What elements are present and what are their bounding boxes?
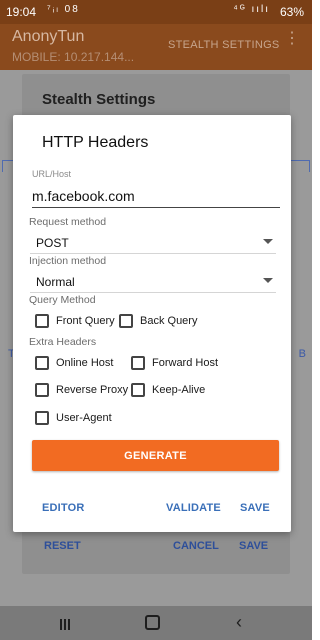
validate-button[interactable]: VALIDATE [166,502,221,514]
home-icon[interactable] [145,615,160,630]
forward-host-label: Forward Host [152,357,219,369]
online-host-label: Online Host [56,357,114,369]
back-query-checkbox[interactable]: Back Query [119,312,197,330]
editor-button[interactable]: EDITOR [42,502,85,514]
more-options-icon[interactable]: ⋮ [284,31,300,47]
injection-method-value: Normal [36,275,75,289]
battery-level: 63% [279,5,304,19]
host-input[interactable] [32,181,280,208]
injection-method-label: Injection method [29,255,107,267]
http-headers-title: HTTP Headers [42,134,149,151]
checkbox-box[interactable] [35,314,49,328]
app-title: AnonyTun [12,28,85,45]
forward-host-checkbox[interactable]: Forward Host [131,354,218,372]
http-headers-dialog: HTTP Headers URL/Host Request method POS… [13,115,291,532]
injection-method-dropdown[interactable]: Normal [30,271,276,293]
system-nav-bar: ‹ [0,606,312,640]
checkbox-box[interactable] [131,356,145,370]
checkbox-box[interactable] [119,314,133,328]
recents-icon[interactable] [60,617,72,630]
notification-icons: ⁷ᵢₗ 08 [47,4,80,15]
back-icon[interactable]: ‹ [236,612,242,633]
extra-headers-label: Extra Headers [29,336,97,348]
stealth-settings-title: Stealth Settings [42,91,156,108]
stealth-settings-button[interactable]: STEALTH SETTINGS [168,39,280,51]
back-query-label: Back Query [140,315,198,327]
query-method-label: Query Method [29,294,96,306]
stealth-save-button[interactable]: SAVE [239,540,268,552]
cancel-button[interactable]: CANCEL [173,540,219,552]
host-field-label: URL/Host [32,169,72,179]
app-subtitle: MOBILE: 10.217.144... [12,50,135,64]
reverse-proxy-label: Reverse Proxy [56,384,129,396]
checkbox-box[interactable] [35,383,49,397]
online-host-checkbox[interactable]: Online Host [35,354,113,372]
dropdown-arrow-icon [263,239,273,244]
user-agent-label: User-Agent [56,412,112,424]
request-method-value: POST [36,236,69,250]
app-bar: AnonyTun MOBILE: 10.217.144... STEALTH S… [0,24,312,70]
checkbox-box[interactable] [35,411,49,425]
front-query-label: Front Query [56,315,115,327]
signal-icon: ⁴ᴳ ıılı [233,4,270,15]
generate-button[interactable]: GENERATE [32,440,279,471]
keep-alive-label: Keep-Alive [152,384,206,396]
front-query-checkbox[interactable]: Front Query [35,312,115,330]
checkbox-box[interactable] [131,383,145,397]
reset-button[interactable]: RESET [44,540,81,552]
stealth-dialog-actions: RESET CANCEL SAVE [22,540,290,560]
save-button[interactable]: SAVE [240,502,270,514]
status-bar: 19:04 ⁷ᵢₗ 08 ⁴ᴳ ıılı 63% [0,0,312,24]
request-method-dropdown[interactable]: POST [30,232,276,254]
checkbox-box[interactable] [35,356,49,370]
background-edge-text-right: B [298,348,306,360]
reverse-proxy-checkbox[interactable]: Reverse Proxy [35,381,128,399]
request-method-label: Request method [29,216,107,228]
status-time: 19:04 [6,5,37,19]
keep-alive-checkbox[interactable]: Keep-Alive [131,381,205,399]
user-agent-checkbox[interactable]: User-Agent [35,409,112,427]
dropdown-arrow-icon [263,278,273,283]
